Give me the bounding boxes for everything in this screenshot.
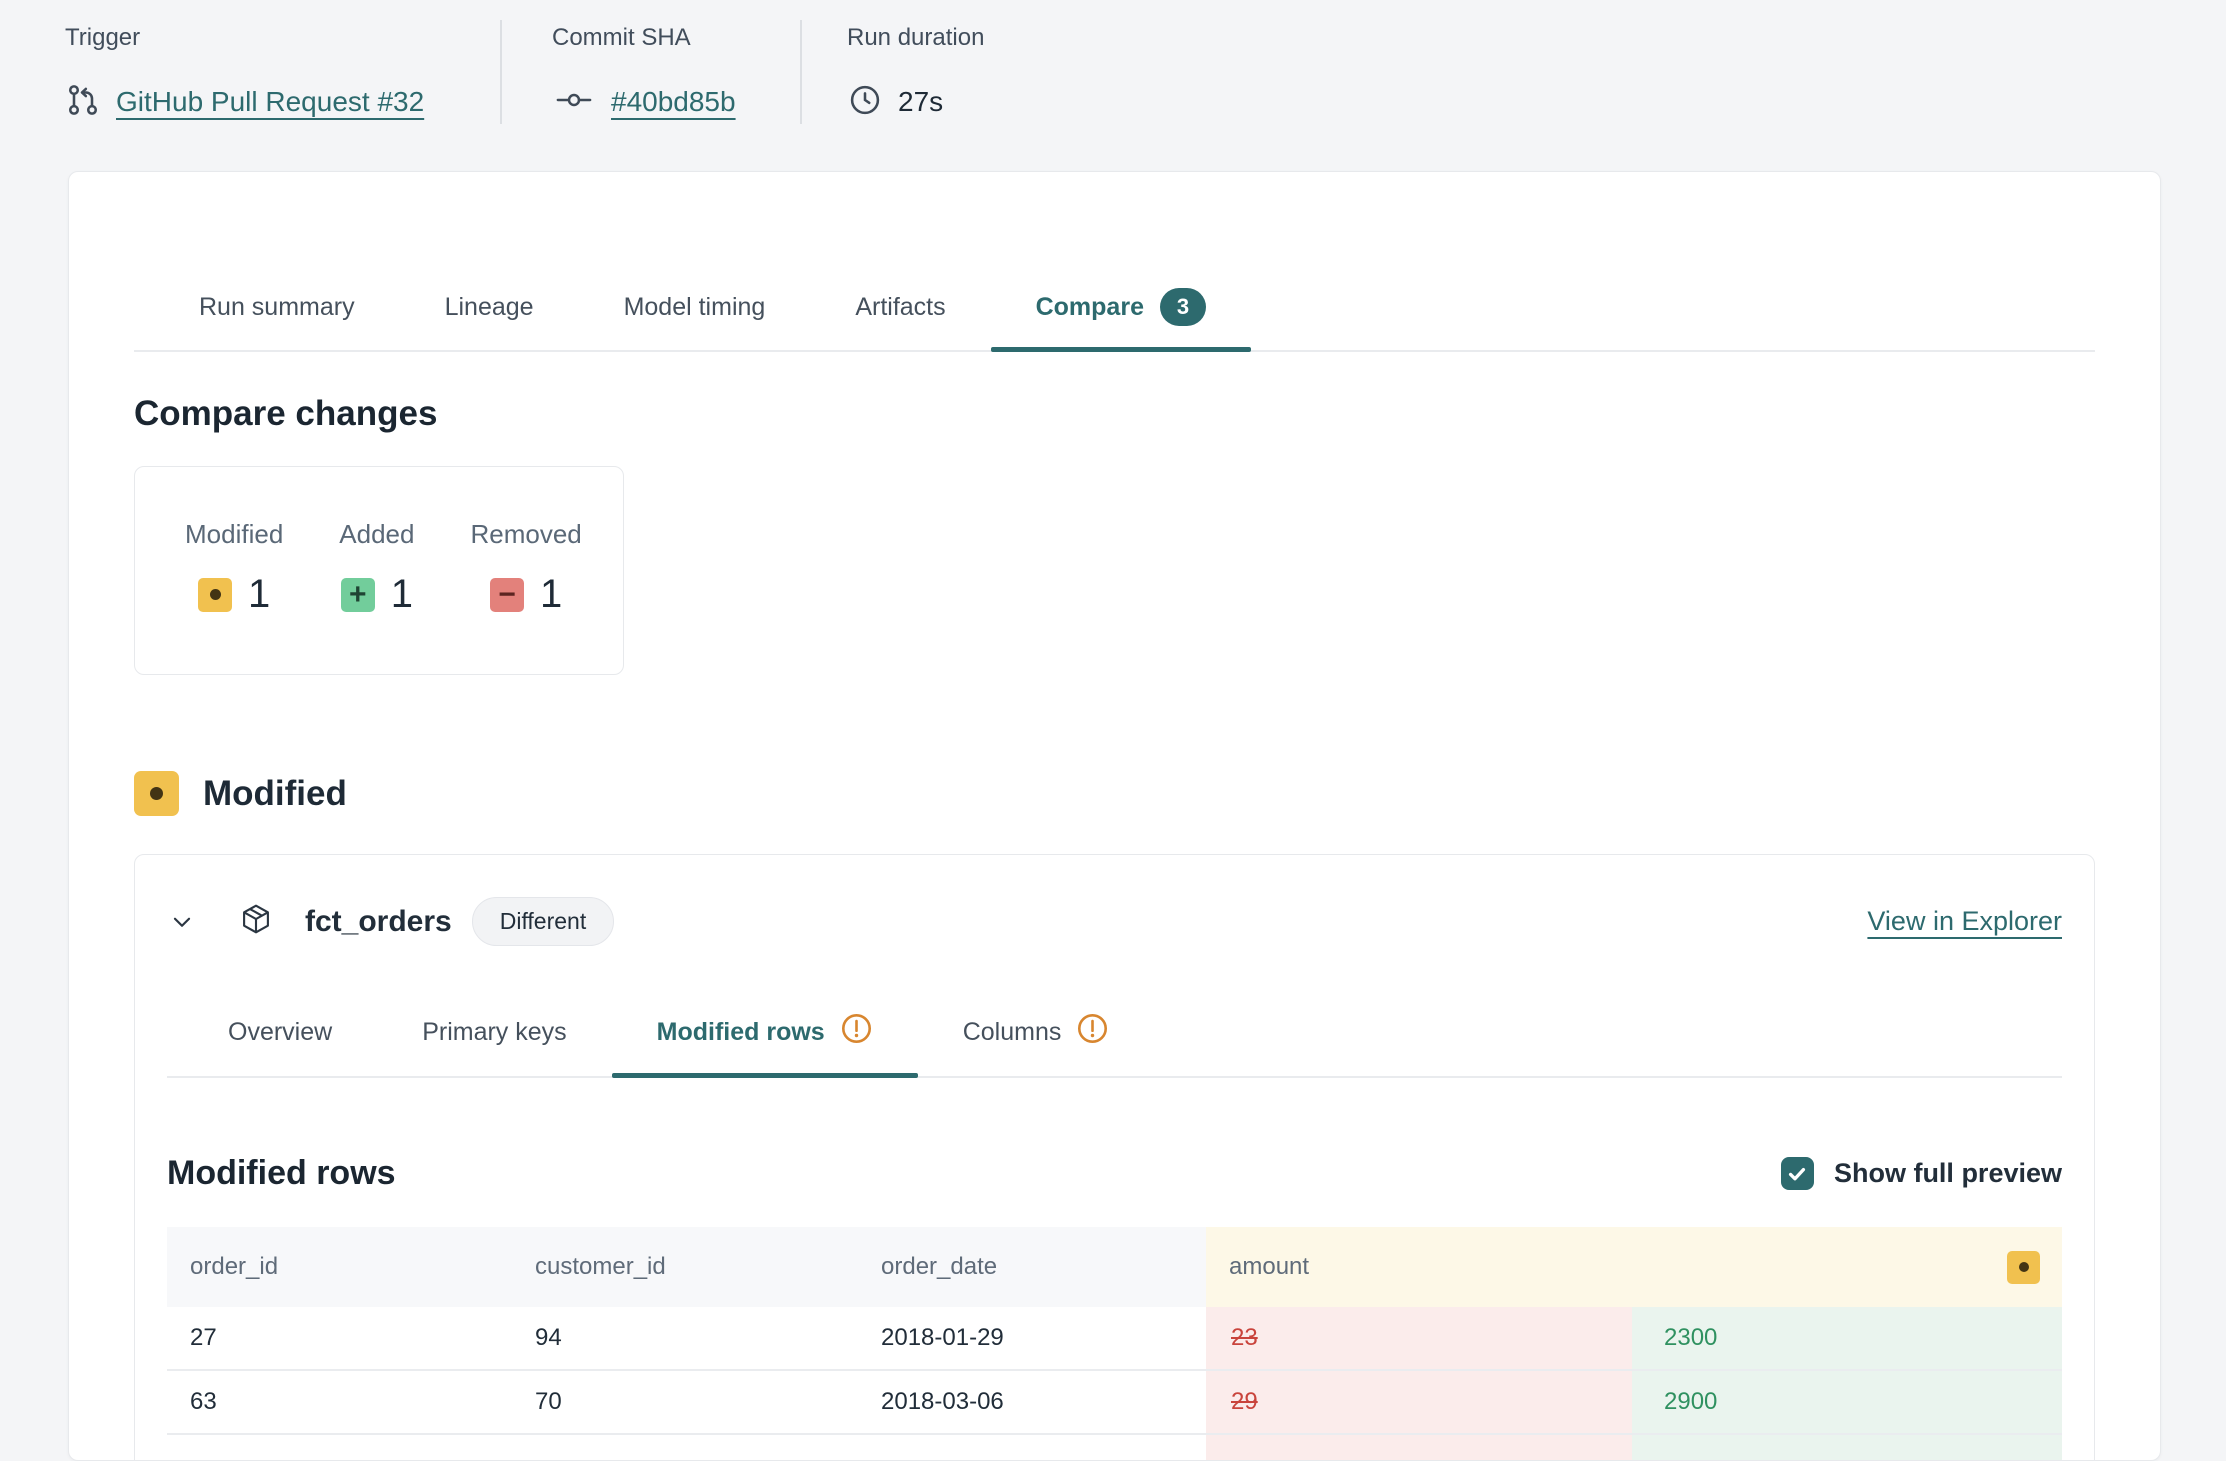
checkbox-checked-icon[interactable]: [1781, 1157, 1814, 1190]
summary-modified: Modified 1: [185, 519, 283, 674]
summary-modified-count: 1: [248, 572, 270, 617]
table-cell: 2018-03-06: [858, 1371, 1206, 1435]
subtab-columns[interactable]: Columns: [918, 998, 1155, 1076]
table-cell-amount-new: 2300: [1632, 1307, 2062, 1371]
run-meta-bar: Trigger GitHub Pull Request #32 Commit S…: [0, 20, 1044, 124]
modified-rows-panel: Modified rows Show full preview order_id…: [135, 1154, 2094, 1461]
trigger-meta: Trigger GitHub Pull Request #32: [0, 20, 500, 124]
compare-count-badge: 3: [1160, 288, 1206, 326]
subtab-overview[interactable]: Overview: [183, 998, 377, 1076]
modified-section-header: Modified: [134, 771, 2095, 816]
trigger-label: Trigger: [65, 20, 500, 52]
commit-link[interactable]: #40bd85b: [611, 86, 736, 118]
commit-meta: Commit SHA #40bd85b: [500, 20, 800, 124]
model-name: fct_orders: [305, 905, 452, 939]
column-header-order-date: order_date: [858, 1227, 1206, 1307]
chevron-down-icon[interactable]: [169, 909, 195, 935]
table-cell-amount-new: 2900: [1632, 1371, 2062, 1435]
view-in-explorer-link[interactable]: View in Explorer: [1867, 906, 2062, 937]
modified-section-icon: [134, 771, 179, 816]
tab-lineage[interactable]: Lineage: [400, 272, 579, 350]
table-cell: [858, 1435, 1206, 1461]
column-header-order-id: order_id: [167, 1227, 512, 1307]
warning-icon: [1076, 1012, 1109, 1052]
tab-artifacts[interactable]: Artifacts: [810, 272, 990, 350]
show-full-preview-label: Show full preview: [1834, 1158, 2062, 1189]
duration-meta: Run duration 27s: [800, 20, 1044, 124]
summary-modified-label: Modified: [185, 519, 283, 550]
modified-column-icon: [2007, 1251, 2040, 1284]
warning-icon: [840, 1012, 873, 1052]
pull-request-icon: [65, 82, 101, 123]
subtab-modified-rows[interactable]: Modified rows: [612, 998, 918, 1076]
subtab-primary-keys[interactable]: Primary keys: [377, 998, 611, 1076]
modified-section-title: Modified: [203, 774, 347, 814]
column-header-amount: amount: [1206, 1227, 2062, 1307]
table-cell: [512, 1435, 858, 1461]
show-full-preview-checkbox[interactable]: Show full preview: [1781, 1157, 2062, 1190]
summary-removed: Removed − 1: [470, 519, 581, 674]
table-cell: 94: [512, 1307, 858, 1371]
removed-icon: −: [490, 578, 524, 612]
added-icon: +: [341, 578, 375, 612]
table-cell: 63: [167, 1371, 512, 1435]
run-tabs: Run summary Lineage Model timing Artifac…: [134, 272, 2095, 352]
duration-label: Run duration: [847, 20, 984, 52]
summary-added-count: 1: [391, 572, 413, 617]
table-cell-amount-old: 23: [1206, 1307, 1632, 1371]
modified-icon: [198, 578, 232, 612]
summary-added: Added + 1: [339, 519, 414, 674]
table-cell: [167, 1435, 512, 1461]
duration-value: 27s: [898, 86, 943, 118]
summary-removed-count: 1: [540, 572, 562, 617]
table-cell-amount-old: [1206, 1435, 1632, 1461]
modified-rows-heading: Modified rows: [167, 1154, 396, 1193]
table-cell: 27: [167, 1307, 512, 1371]
compare-changes-heading: Compare changes: [134, 394, 2095, 434]
column-header-customer-id: customer_id: [512, 1227, 858, 1307]
compare-summary-card: Modified 1 Added + 1 Removed − 1: [134, 466, 624, 675]
model-subtabs: Overview Primary keys Modified rows Colu…: [167, 998, 2062, 1078]
clock-icon: [847, 82, 883, 123]
run-detail-card: Run summary Lineage Model timing Artifac…: [68, 171, 2161, 1461]
model-cube-icon: [239, 901, 273, 942]
table-cell: 70: [512, 1371, 858, 1435]
commit-label: Commit SHA: [552, 20, 800, 52]
table-cell-amount-old: 29: [1206, 1371, 1632, 1435]
model-card-header: fct_orders Different View in Explorer: [135, 855, 2094, 946]
tab-model-timing[interactable]: Model timing: [579, 272, 811, 350]
table-cell: 2018-01-29: [858, 1307, 1206, 1371]
trigger-link[interactable]: GitHub Pull Request #32: [116, 86, 424, 118]
table-cell-amount-new: [1632, 1435, 2062, 1461]
modified-rows-table: order_id customer_id order_date amount 2…: [167, 1227, 2062, 1461]
tab-compare[interactable]: Compare 3: [991, 272, 1251, 350]
commit-icon: [552, 85, 596, 120]
summary-added-label: Added: [339, 519, 414, 550]
status-badge: Different: [472, 897, 615, 946]
model-card-fct-orders: fct_orders Different View in Explorer Ov…: [134, 854, 2095, 1461]
summary-removed-label: Removed: [470, 519, 581, 550]
tab-run-summary[interactable]: Run summary: [154, 272, 400, 350]
